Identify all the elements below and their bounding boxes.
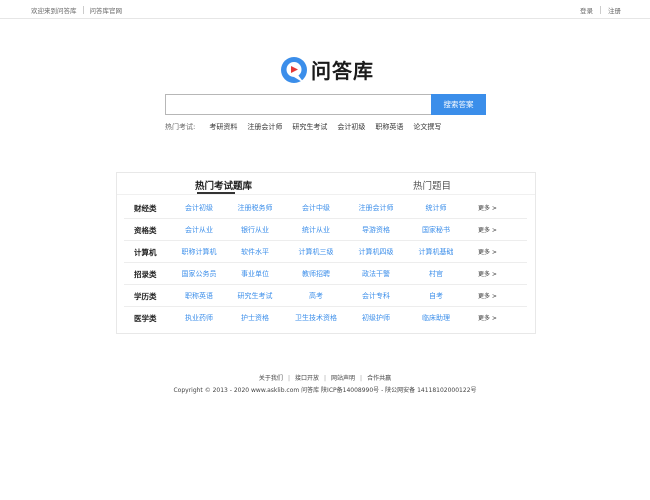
- category-row: 资格类 会计从业 银行从业 统计从业 导游资格 国家秘书 更多 >: [124, 219, 527, 241]
- exam-link[interactable]: 会计初级: [185, 203, 213, 213]
- copyright-text: Copyright © 2013 - 2020 www.asklib.com 问…: [173, 387, 477, 394]
- category-row: 医学类 执业药师 护士资格 卫生技术资格 初级护师 临床助理 更多 >: [124, 307, 527, 329]
- category-row: 学历类 职称英语 研究生考试 高考 会计专科 自考 更多 >: [124, 285, 527, 307]
- exam-link[interactable]: 统计师: [426, 203, 447, 213]
- exam-link[interactable]: 会计中级: [302, 203, 330, 213]
- category-row: 招录类 国家公务员 事业单位 教师招聘 政法干警 村官 更多 >: [124, 263, 527, 285]
- category-row: 财经类 会计初级 注册税务师 会计中级 注册会计师 统计师 更多 >: [124, 197, 527, 219]
- divider: |: [323, 375, 327, 382]
- exam-link[interactable]: 国家秘书: [422, 225, 450, 235]
- more-link[interactable]: 更多 >: [478, 313, 497, 322]
- top-bar-left: 欢迎来到问答库 问答库官网: [31, 5, 122, 15]
- category-label: 医学类: [134, 314, 157, 323]
- exam-link[interactable]: 村官: [429, 269, 443, 279]
- footer-statement-link[interactable]: 网站声明: [331, 375, 355, 382]
- exam-link[interactable]: 事业单位: [241, 269, 269, 279]
- category-label: 财经类: [134, 204, 157, 213]
- panel-tabs: 热门考试题库 热门题目: [117, 173, 535, 195]
- top-bar-right: 登录 注册: [580, 5, 621, 15]
- exam-link[interactable]: 执业药师: [185, 313, 213, 323]
- exam-link[interactable]: 导游资格: [362, 225, 390, 235]
- top-bar: 欢迎来到问答库 问答库官网 登录 注册: [0, 0, 650, 19]
- footer-api-link[interactable]: 接口开放: [295, 375, 319, 382]
- exam-link[interactable]: 职称英语: [185, 291, 213, 301]
- divider: [600, 6, 601, 14]
- exam-link[interactable]: 政法干警: [362, 269, 390, 279]
- exam-link[interactable]: 注册税务师: [238, 203, 273, 213]
- hot-exam-link[interactable]: 论文撰写: [413, 122, 441, 132]
- search-input[interactable]: [165, 94, 431, 115]
- exam-link[interactable]: 职称计算机: [182, 247, 217, 257]
- footer-about-link[interactable]: 关于我们: [259, 375, 283, 382]
- exam-link[interactable]: 计算机基础: [419, 247, 454, 257]
- footer-cooperation-link[interactable]: 合作共赢: [367, 375, 391, 382]
- divider: [117, 194, 535, 195]
- logo-text: 问答库: [311, 59, 374, 83]
- category-label: 学历类: [134, 292, 157, 301]
- hot-exams-label: 热门考试:: [165, 123, 196, 131]
- official-site-link[interactable]: 问答库官网: [90, 5, 123, 15]
- exam-link[interactable]: 自考: [429, 291, 443, 301]
- exam-link[interactable]: 计算机三级: [299, 247, 334, 257]
- exam-link[interactable]: 高考: [309, 291, 323, 301]
- site-logo[interactable]: 问答库: [280, 55, 374, 84]
- more-link[interactable]: 更多 >: [478, 247, 497, 256]
- footer-links: 关于我们 | 接口开放 | 网站声明 | 合作共赢: [0, 373, 650, 382]
- divider: |: [360, 375, 363, 382]
- hot-exam-link[interactable]: 职称英语: [375, 122, 403, 132]
- exam-link[interactable]: 护士资格: [241, 313, 269, 323]
- tab-hot-questions[interactable]: 热门题目: [413, 178, 451, 192]
- exam-link[interactable]: 软件水平: [241, 247, 269, 257]
- exam-link[interactable]: 研究生考试: [238, 291, 273, 301]
- exam-link[interactable]: 统计从业: [302, 225, 330, 235]
- exam-link[interactable]: 会计从业: [185, 225, 213, 235]
- exam-link[interactable]: 卫生技术资格: [295, 313, 337, 323]
- exam-link[interactable]: 国家公务员: [182, 269, 217, 279]
- exam-panel: 热门考试题库 热门题目 财经类 会计初级 注册税务师 会计中级 注册会计师 统计…: [116, 172, 536, 334]
- exam-link[interactable]: 教师招聘: [302, 269, 330, 279]
- exam-link[interactable]: 临床助理: [422, 313, 450, 323]
- category-row: 计算机 职称计算机 软件水平 计算机三级 计算机四级 计算机基础 更多 >: [124, 241, 527, 263]
- more-link[interactable]: 更多 >: [478, 291, 497, 300]
- hot-exams: 热门考试: 考研资料 注册会计师 研究生考试 会计初级 职称英语 论文撰写: [165, 122, 451, 132]
- category-label: 资格类: [134, 226, 157, 235]
- exam-link[interactable]: 银行从业: [241, 225, 269, 235]
- exam-link[interactable]: 初级护师: [362, 313, 390, 323]
- category-label: 计算机: [134, 248, 157, 257]
- hot-exam-link[interactable]: 会计初级: [337, 122, 365, 132]
- divider: [82, 6, 84, 14]
- search-button[interactable]: 搜索答案: [431, 94, 486, 115]
- register-link[interactable]: 注册: [608, 5, 621, 15]
- hot-exam-link[interactable]: 考研资料: [209, 122, 237, 132]
- hot-exam-link[interactable]: 注册会计师: [247, 122, 282, 132]
- category-label: 招录类: [134, 270, 157, 279]
- qa-logo-icon: [280, 56, 308, 84]
- search-bar: 搜索答案: [165, 94, 486, 115]
- more-link[interactable]: 更多 >: [478, 269, 497, 278]
- exam-link[interactable]: 会计专科: [362, 291, 390, 301]
- login-link[interactable]: 登录: [580, 5, 593, 15]
- hot-exam-link[interactable]: 研究生考试: [292, 122, 327, 132]
- exam-link[interactable]: 注册会计师: [359, 203, 394, 213]
- more-link[interactable]: 更多 >: [478, 225, 497, 234]
- exam-link[interactable]: 计算机四级: [359, 247, 394, 257]
- welcome-link[interactable]: 欢迎来到问答库: [31, 5, 77, 15]
- more-link[interactable]: 更多 >: [478, 203, 497, 212]
- tab-hot-exam-library[interactable]: 热门考试题库: [195, 178, 252, 192]
- divider: |: [287, 375, 290, 382]
